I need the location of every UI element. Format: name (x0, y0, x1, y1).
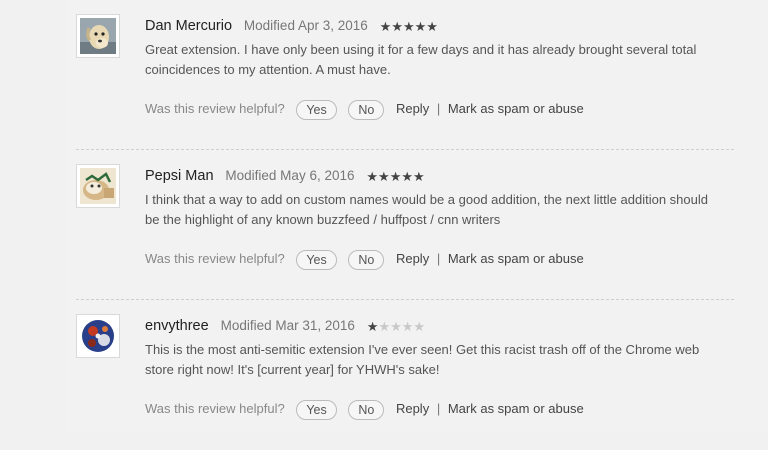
review-text: Great extension. I have only been using … (145, 42, 697, 77)
yes-button[interactable]: Yes (296, 99, 337, 120)
yes-button[interactable]: Yes (296, 249, 337, 270)
author-name[interactable]: Dan Mercurio (145, 18, 232, 34)
star-filled-icon: ★ (389, 169, 402, 184)
action-separator: | (436, 101, 441, 116)
star-rating: ★★★★★ (380, 17, 438, 37)
review-date: Modified Mar 31, 2016 (220, 318, 355, 333)
star-filled-icon: ★ (366, 319, 379, 334)
review-text: This is the most anti-semitic extension … (145, 342, 700, 377)
star-filled-icon: ★ (401, 169, 413, 184)
yes-button[interactable]: Yes (296, 399, 337, 420)
no-button[interactable]: No (348, 399, 385, 420)
star-rating: ★★★★★ (367, 317, 425, 337)
star-filled-icon: ★ (366, 169, 379, 184)
star-filled-icon: ★ (378, 169, 390, 184)
review-date: Modified May 6, 2016 (225, 168, 355, 183)
star-filled-icon: ★ (413, 169, 425, 184)
author-name[interactable]: envythree (145, 318, 209, 334)
no-button[interactable]: No (348, 99, 385, 120)
star-filled-icon: ★ (391, 19, 403, 34)
action-separator: | (436, 251, 441, 266)
dog-photo-icon (80, 18, 116, 54)
mark-spam-link[interactable]: Mark as spam or abuse (448, 401, 584, 416)
star-rating: ★★★★★ (366, 167, 424, 187)
star-filled-icon: ★ (426, 19, 438, 34)
abstract-photo-icon (80, 318, 116, 354)
star-empty-icon: ★ (413, 319, 426, 334)
author-avatar[interactable] (76, 14, 120, 58)
review-item: envythree Modified Mar 31, 2016 ★★★★★ Th… (76, 300, 734, 450)
mark-spam-link[interactable]: Mark as spam or abuse (448, 251, 584, 266)
reply-link[interactable]: Reply (396, 251, 429, 266)
star-filled-icon: ★ (414, 19, 427, 34)
review-item: Dan Mercurio Modified Apr 3, 2016 ★★★★★ … (76, 0, 734, 150)
review-date: Modified Apr 3, 2016 (243, 18, 368, 33)
reply-link[interactable]: Reply (396, 401, 429, 416)
helpful-prompt: Was this review helpful? (145, 251, 285, 266)
star-empty-icon: ★ (390, 319, 402, 334)
star-empty-icon: ★ (401, 319, 414, 334)
review-actions: Was this review helpful? Yes No Reply | … (145, 248, 584, 270)
review-actions: Was this review helpful? Yes No Reply | … (145, 98, 584, 120)
reply-link[interactable]: Reply (396, 101, 429, 116)
helpful-prompt: Was this review helpful? (145, 401, 285, 416)
star-filled-icon: ★ (402, 19, 415, 34)
author-avatar[interactable] (76, 164, 120, 208)
helpful-prompt: Was this review helpful? (145, 101, 285, 116)
review-text: I think that a way to add on custom name… (145, 192, 708, 227)
review-item: Pepsi Man Modified May 6, 2016 ★★★★★ I t… (76, 150, 734, 300)
author-avatar[interactable] (76, 314, 120, 358)
action-separator: | (436, 401, 441, 416)
author-name[interactable]: Pepsi Man (145, 168, 214, 184)
review-actions: Was this review helpful? Yes No Reply | … (145, 398, 584, 420)
no-button[interactable]: No (348, 249, 385, 270)
mark-spam-link[interactable]: Mark as spam or abuse (448, 101, 584, 116)
cat-photo-icon (80, 168, 116, 204)
star-filled-icon: ★ (379, 19, 392, 34)
star-empty-icon: ★ (378, 319, 391, 334)
